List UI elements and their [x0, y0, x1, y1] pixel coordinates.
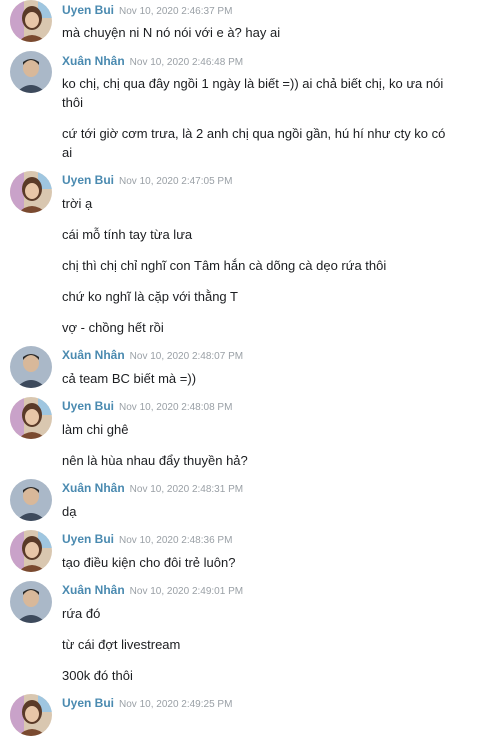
sender-name[interactable]: Uyen Bui: [62, 399, 114, 413]
message-text: mà chuyện ni N nó nói với e à? hay ai: [62, 25, 281, 40]
avatar[interactable]: [10, 171, 52, 213]
sender-name[interactable]: Uyen Bui: [62, 173, 114, 187]
message-text: cả team BC biết mà =)): [62, 371, 197, 386]
message-text: dạ: [62, 504, 77, 519]
avatar[interactable]: [10, 397, 52, 439]
avatar[interactable]: [10, 530, 52, 572]
avatar-nhan-image: [10, 346, 52, 388]
sender-name[interactable]: Xuân Nhân: [62, 54, 125, 68]
message-text: từ cái đợt livestream: [62, 637, 181, 652]
message-timestamp: Nov 10, 2020 2:48:36 PM: [119, 535, 233, 546]
sender-name[interactable]: Xuân Nhân: [62, 583, 125, 597]
avatar-nhan-image: [10, 479, 52, 521]
message-timestamp: Nov 10, 2020 2:48:31 PM: [129, 484, 244, 495]
message-timestamp: Nov 10, 2020 2:47:05 PM: [119, 176, 233, 187]
message-text: vợ - chồng hết rồi: [62, 320, 164, 335]
avatar-uyen-image: [10, 694, 52, 736]
avatar[interactable]: [10, 694, 52, 736]
avatar-uyen-image: [10, 0, 52, 42]
message-text: tạo điều kiện cho đôi trẻ luôn?: [62, 555, 236, 570]
avatar-nhan-image: [10, 51, 52, 93]
avatar[interactable]: [10, 0, 52, 42]
message-text: ko chị, chị qua đây ngồi 1 ngày là biết …: [62, 76, 444, 110]
message-timestamp: Nov 10, 2020 2:49:25 PM: [119, 699, 233, 710]
avatar-uyen-image: [10, 171, 52, 213]
avatar[interactable]: [10, 581, 52, 623]
message-timestamp: Nov 10, 2020 2:46:37 PM: [119, 6, 233, 17]
message-text: nên là hùa nhau đẩy thuyền hả?: [62, 453, 248, 468]
avatar-nhan-image: [10, 581, 52, 623]
message-timestamp: Nov 10, 2020 2:49:01 PM: [129, 586, 244, 597]
sender-name[interactable]: Uyen Bui: [62, 532, 114, 546]
message-text: 300k đó thôi: [62, 668, 133, 683]
sender-name[interactable]: Xuân Nhân: [62, 481, 125, 495]
message-timestamp: Nov 10, 2020 2:46:48 PM: [129, 57, 244, 68]
avatar[interactable]: [10, 346, 52, 388]
avatar-uyen-image: [10, 530, 52, 572]
message-text: chị thì chị chỉ nghĩ con Tâm hắn cà dõng…: [62, 258, 387, 273]
avatar-uyen-image: [10, 397, 52, 439]
message-text: rứa đó: [62, 606, 101, 621]
message-text: cứ tới giờ cơm trưa, là 2 anh chị qua ng…: [62, 126, 446, 160]
sender-name[interactable]: Uyen Bui: [62, 3, 114, 17]
message-text: cái mỗ tính tay từa lưa: [62, 227, 193, 242]
sender-name[interactable]: Uyen Bui: [62, 696, 114, 710]
message-text: trời ạ: [62, 196, 93, 211]
message-timestamp: Nov 10, 2020 2:48:07 PM: [129, 351, 244, 362]
message-timestamp: Nov 10, 2020 2:48:08 PM: [119, 402, 233, 413]
avatar[interactable]: [10, 479, 52, 521]
message-text: chứ ko nghĩ là cặp với thằng T: [62, 289, 238, 304]
sender-name[interactable]: Xuân Nhân: [62, 348, 125, 362]
message-text: làm chi ghê: [62, 422, 129, 437]
avatar[interactable]: [10, 51, 52, 93]
